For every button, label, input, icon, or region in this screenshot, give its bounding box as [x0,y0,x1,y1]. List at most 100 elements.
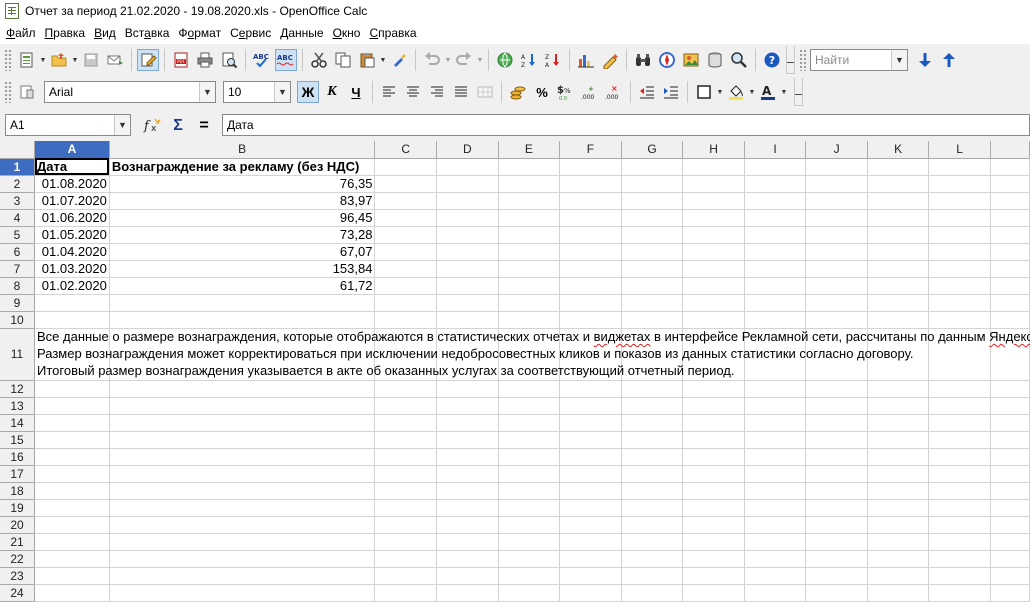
cell[interactable] [744,567,807,585]
cell[interactable] [682,431,745,449]
cell[interactable] [559,243,622,261]
cell[interactable] [682,567,745,585]
cell[interactable] [867,414,930,432]
cell[interactable] [559,158,622,176]
cell[interactable] [990,380,1030,398]
cell[interactable] [374,158,438,176]
chevron-down-icon[interactable]: ▼ [716,81,724,103]
chevron-down-icon[interactable]: ▼ [780,81,788,103]
cell[interactable] [682,311,745,329]
cell[interactable] [498,277,561,295]
cell[interactable] [990,226,1030,244]
cell[interactable] [436,226,499,244]
open-folder-icon[interactable] [48,49,70,71]
column-header[interactable]: F [559,141,622,159]
column-header[interactable] [990,141,1030,159]
insert-chart-icon[interactable] [575,49,597,71]
cell[interactable] [990,397,1030,415]
column-header[interactable]: A [34,141,110,159]
cell[interactable] [498,311,561,329]
cell[interactable] [990,260,1030,278]
paste-icon[interactable] [356,49,378,71]
cell[interactable] [559,533,622,551]
function-wizard-icon[interactable]: fx [142,115,164,137]
cell[interactable] [436,448,499,466]
cell[interactable] [744,499,807,517]
cell[interactable] [559,499,622,517]
merge-cells-icon[interactable] [474,81,496,103]
cell[interactable] [928,158,991,176]
cell[interactable] [990,499,1030,517]
cell[interactable] [805,397,868,415]
cell[interactable] [34,397,110,415]
chevron-down-icon[interactable]: ▼ [39,49,47,71]
cell[interactable] [744,209,807,227]
edit-mode-icon[interactable] [137,49,159,71]
cell[interactable] [744,260,807,278]
styles-formatting-icon[interactable] [16,81,38,103]
cell[interactable] [436,482,499,500]
cell[interactable] [559,516,622,534]
cell[interactable] [374,584,438,602]
cell[interactable] [621,294,684,312]
cell[interactable] [867,226,930,244]
cell[interactable] [436,294,499,312]
row-header[interactable]: 20 [0,516,35,534]
cell[interactable] [682,397,745,415]
cell[interactable] [990,311,1030,329]
row-header[interactable]: 18 [0,482,35,500]
cell[interactable] [374,567,438,585]
cell[interactable] [621,277,684,295]
cell[interactable] [928,431,991,449]
cell[interactable] [621,482,684,500]
row-header[interactable]: 5 [0,226,35,244]
cell[interactable] [109,311,376,329]
cell[interactable] [498,226,561,244]
bold-button[interactable]: Ж [297,81,319,103]
cell[interactable] [621,243,684,261]
cell[interactable] [682,260,745,278]
autospellcheck-icon[interactable]: ABC [275,49,297,71]
cell[interactable] [867,209,930,227]
cell[interactable]: 73,28 [109,226,376,244]
cell[interactable] [498,516,561,534]
cell[interactable] [928,533,991,551]
cell[interactable] [374,294,438,312]
cell[interactable] [559,414,622,432]
cell[interactable] [744,311,807,329]
cell[interactable] [744,294,807,312]
cell[interactable] [805,567,868,585]
cell[interactable] [867,277,930,295]
cell[interactable] [928,397,991,415]
row-header[interactable]: 3 [0,192,35,210]
cell[interactable] [805,260,868,278]
cell[interactable]: 01.08.2020 [34,175,110,193]
menu-item[interactable]: Окно [329,22,366,44]
justify-icon[interactable] [450,81,472,103]
cell[interactable] [928,192,991,210]
cell[interactable] [990,482,1030,500]
hyperlink-icon[interactable] [494,49,516,71]
cell[interactable] [682,294,745,312]
cell[interactable] [498,158,561,176]
cell[interactable] [682,414,745,432]
add-decimal-icon[interactable]: + .000 [579,81,601,103]
cell[interactable] [621,431,684,449]
cell[interactable] [867,516,930,534]
menu-item[interactable]: Сервис [226,22,276,44]
column-header[interactable]: C [374,141,438,159]
cell[interactable] [34,431,110,449]
sort-ascending-icon[interactable]: AZ [518,49,540,71]
cell[interactable]: 01.05.2020 [34,226,110,244]
cell[interactable] [867,431,930,449]
cell[interactable] [867,567,930,585]
cell[interactable] [621,414,684,432]
chevron-down-icon[interactable]: ▼ [748,81,756,103]
row-header[interactable]: 16 [0,448,35,466]
cell[interactable] [928,380,991,398]
cell[interactable] [867,243,930,261]
cell[interactable] [34,414,110,432]
cell[interactable] [744,243,807,261]
cell[interactable] [990,567,1030,585]
currency-format-icon[interactable] [507,81,529,103]
